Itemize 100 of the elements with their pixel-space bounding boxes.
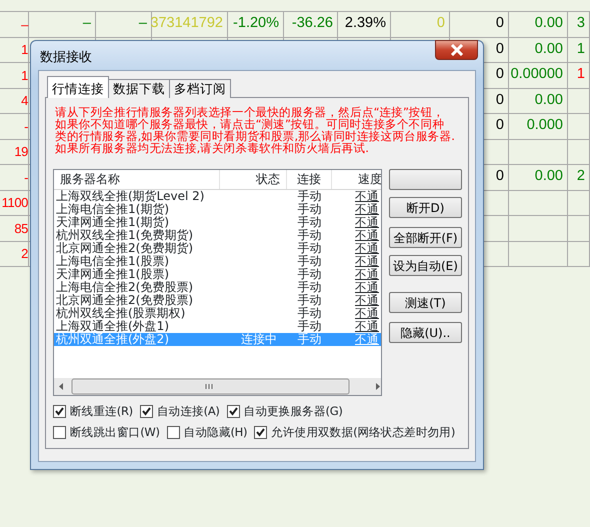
tab[interactable]: 行情连接 <box>47 76 109 98</box>
row-cell-text: 北京网通全推2(免费股票) <box>55 294 194 307</box>
server-row[interactable]: 北京网通全推2(免费期货) 手动 不通 <box>54 242 381 255</box>
server-row[interactable]: 北京网通全推2(免费股票) 手动 不通 <box>54 294 381 307</box>
tab[interactable]: 多档订阅 <box>169 79 231 98</box>
row-cell-text: 天津网通全推1(期货) <box>55 216 170 229</box>
grid-cell: 2 <box>568 165 590 190</box>
server-row[interactable]: 上海双线全推(期货Level 2) 手动 不通 <box>54 190 381 203</box>
server-row[interactable]: 杭州双线全推1(免费期货) 手动 不通 <box>54 229 381 242</box>
row-cell-text: 手动 <box>296 333 322 346</box>
server-row[interactable]: 上海电信全推1(期货) 手动 不通 <box>54 203 381 216</box>
grid-cell <box>568 190 590 216</box>
grid-cell: 373141792 <box>152 12 228 38</box>
row-cell-text: 天津网通全推1(股票) <box>55 268 170 281</box>
row-cell-text: 不通 <box>354 203 380 216</box>
row-cell-text: 上海电信全推2(免费股票) <box>55 281 194 294</box>
grid-cell: 0 <box>391 12 450 38</box>
grid-cell: 85 <box>0 216 29 242</box>
grid-cell <box>568 140 590 165</box>
checkbox[interactable] <box>53 405 66 418</box>
row-cell-text: 上海电信全推1(股票) <box>55 255 170 268</box>
checkbox-label: 断线重连(R) <box>70 403 133 420</box>
row-cell-text: 手动 <box>296 307 322 320</box>
grid-cell: – <box>96 12 152 38</box>
row-cell-text: 不通 <box>354 281 380 294</box>
server-row[interactable]: 上海电信全推2(免费股票) 手动 不通 <box>54 281 381 294</box>
column-header[interactable]: 服务器名称 <box>54 170 220 189</box>
column-header[interactable]: 状态 <box>220 170 287 189</box>
close-icon <box>450 44 464 56</box>
checkbox[interactable] <box>226 405 240 418</box>
grid-cell: 0.00 <box>509 165 568 190</box>
grid-cell: 0.00 <box>509 88 568 114</box>
row-cell-text: 手动 <box>296 216 322 229</box>
row-cell-text: 杭州双线全推(股票期权) <box>55 307 186 320</box>
dialog-button[interactable]: 断开D) <box>388 197 462 218</box>
row-cell-text: 手动 <box>296 229 322 242</box>
grid-cell <box>509 140 568 165</box>
grid-cell: 1100 <box>0 190 29 216</box>
grid-cell: - <box>0 165 29 190</box>
row-cell-text: 手动 <box>296 203 322 216</box>
row-cell-text: 手动 <box>296 242 322 255</box>
row-cell-text: 不通 <box>354 255 380 268</box>
server-row[interactable]: 天津网通全推1(期货) 手动 不通 <box>54 216 381 229</box>
grid-cell: -1.20% <box>228 12 284 38</box>
row-cell-text: 手动 <box>296 190 322 203</box>
grid-cell <box>568 242 590 267</box>
checkbox[interactable] <box>140 405 153 418</box>
grid-cell: – <box>29 12 96 38</box>
row-cell-text: 不通 <box>354 242 380 255</box>
dialog-button[interactable]: 设为自动(E) <box>388 255 462 276</box>
dialog-button[interactable]: 全部断开(F) <box>388 227 462 248</box>
grid-cell: 0.000 <box>509 114 568 140</box>
checkbox-label: 自动隐藏(H) <box>184 424 248 442</box>
checkbox[interactable] <box>53 426 66 440</box>
server-row[interactable]: 上海双通全推(外盘1) 手动 不通 <box>54 320 381 333</box>
row-cell-text: 不通 <box>354 268 380 281</box>
row-cell-text: 不通 <box>354 190 380 203</box>
row-cell-text: 手动 <box>296 268 322 281</box>
close-button[interactable] <box>435 40 478 60</box>
server-row[interactable]: 上海电信全推1(股票) 手动 不通 <box>54 255 381 268</box>
grid-cell <box>509 242 568 267</box>
server-row[interactable]: 杭州双线全推(股票期权) 手动 不通 <box>54 307 381 320</box>
tab[interactable]: 数据下载 <box>108 79 170 98</box>
checkbox-label: 自动连接(A) <box>156 403 220 420</box>
row-cell-text: 北京网通全推2(免费期货) <box>55 242 194 255</box>
row-cell-text: 上海双线全推(期货Level 2) <box>55 190 206 203</box>
grid-cell: – <box>0 12 29 38</box>
grid-cell: 0.00 <box>509 12 568 38</box>
grid-cell: 3 <box>568 12 590 38</box>
column-header[interactable]: 连接 <box>287 170 332 189</box>
server-row[interactable]: 天津网通全推1(股票) 手动 不通 <box>54 268 381 281</box>
grid-cell <box>568 88 590 114</box>
grid-cell <box>568 114 590 140</box>
dialog-button[interactable]: 测速(T) <box>388 292 462 313</box>
row-cell-text: 不通 <box>354 307 380 320</box>
checkbox-label: 断线跳出窗口(W) <box>70 424 160 442</box>
window-title: 数据接收 <box>40 49 92 67</box>
horizontal-scrollbar[interactable] <box>54 378 381 395</box>
grid-cell: 0 <box>450 12 509 38</box>
grid-cell: - <box>0 114 29 140</box>
blank-button[interactable] <box>388 169 462 190</box>
row-cell-text: 上海双通全推(外盘1) <box>55 320 170 333</box>
row-cell-text: 不通 <box>354 294 380 307</box>
row-cell-text: 杭州双通全推(外盘2) <box>55 333 170 346</box>
checkbox[interactable] <box>166 426 180 440</box>
row-cell-text: 连接中 <box>240 333 278 346</box>
grid-cell: 1 <box>0 63 29 88</box>
row-cell-text: 手动 <box>296 294 322 307</box>
dialog-button[interactable]: 隐藏(U).. <box>388 322 462 343</box>
grid-cell <box>509 216 568 242</box>
checkbox[interactable] <box>254 426 268 440</box>
grid-cell: 19 <box>0 140 29 165</box>
row-cell-text: 手动 <box>296 320 322 333</box>
grid-cell: 1 <box>568 38 590 63</box>
row-cell-text: 手动 <box>296 255 322 268</box>
grid-cell <box>509 190 568 216</box>
grid-cell: 1 <box>568 63 590 88</box>
row-cell-text: 不通 <box>354 333 380 346</box>
grid-cell: -36.26 <box>284 12 338 38</box>
row-cell-text: 手动 <box>296 281 322 294</box>
